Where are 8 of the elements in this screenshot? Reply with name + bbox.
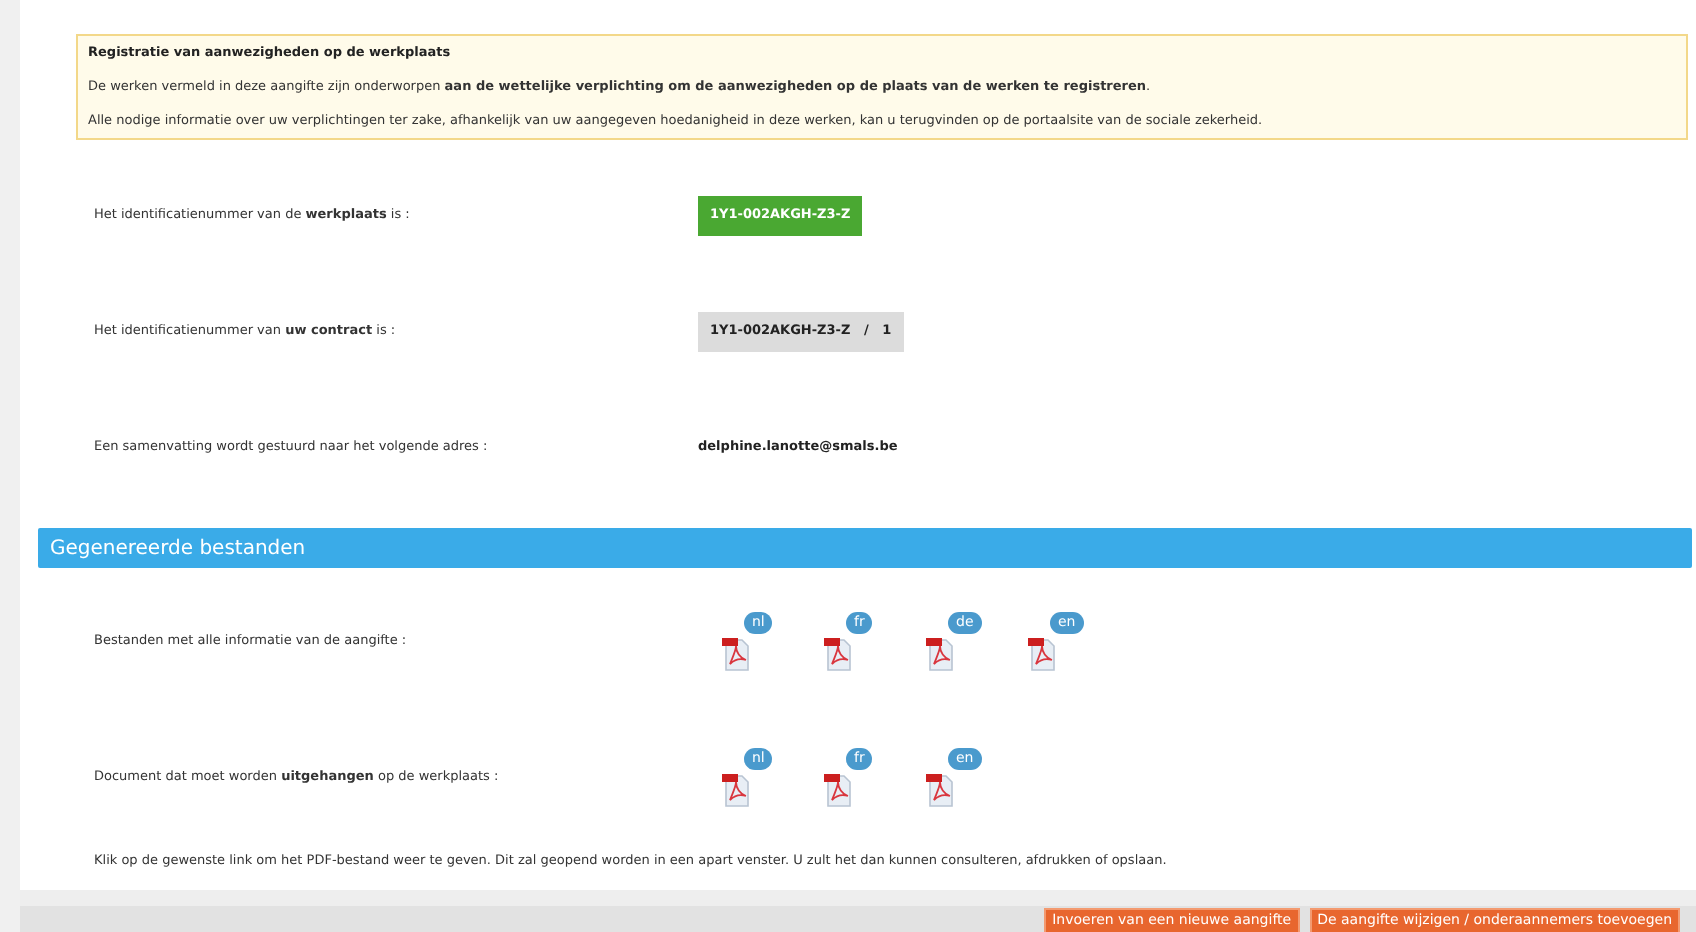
section-header: Gegenereerde bestanden: [38, 528, 1692, 569]
pdf-file-icon: [722, 772, 750, 809]
pdf-file-icon: [722, 636, 750, 673]
pdf-file-icon: [926, 636, 954, 673]
pdf-file-icon: [1028, 636, 1056, 673]
pdf-file-icon: [824, 636, 852, 673]
pdf-file-icon: [824, 772, 852, 809]
pdf-file-icon: [926, 772, 954, 809]
